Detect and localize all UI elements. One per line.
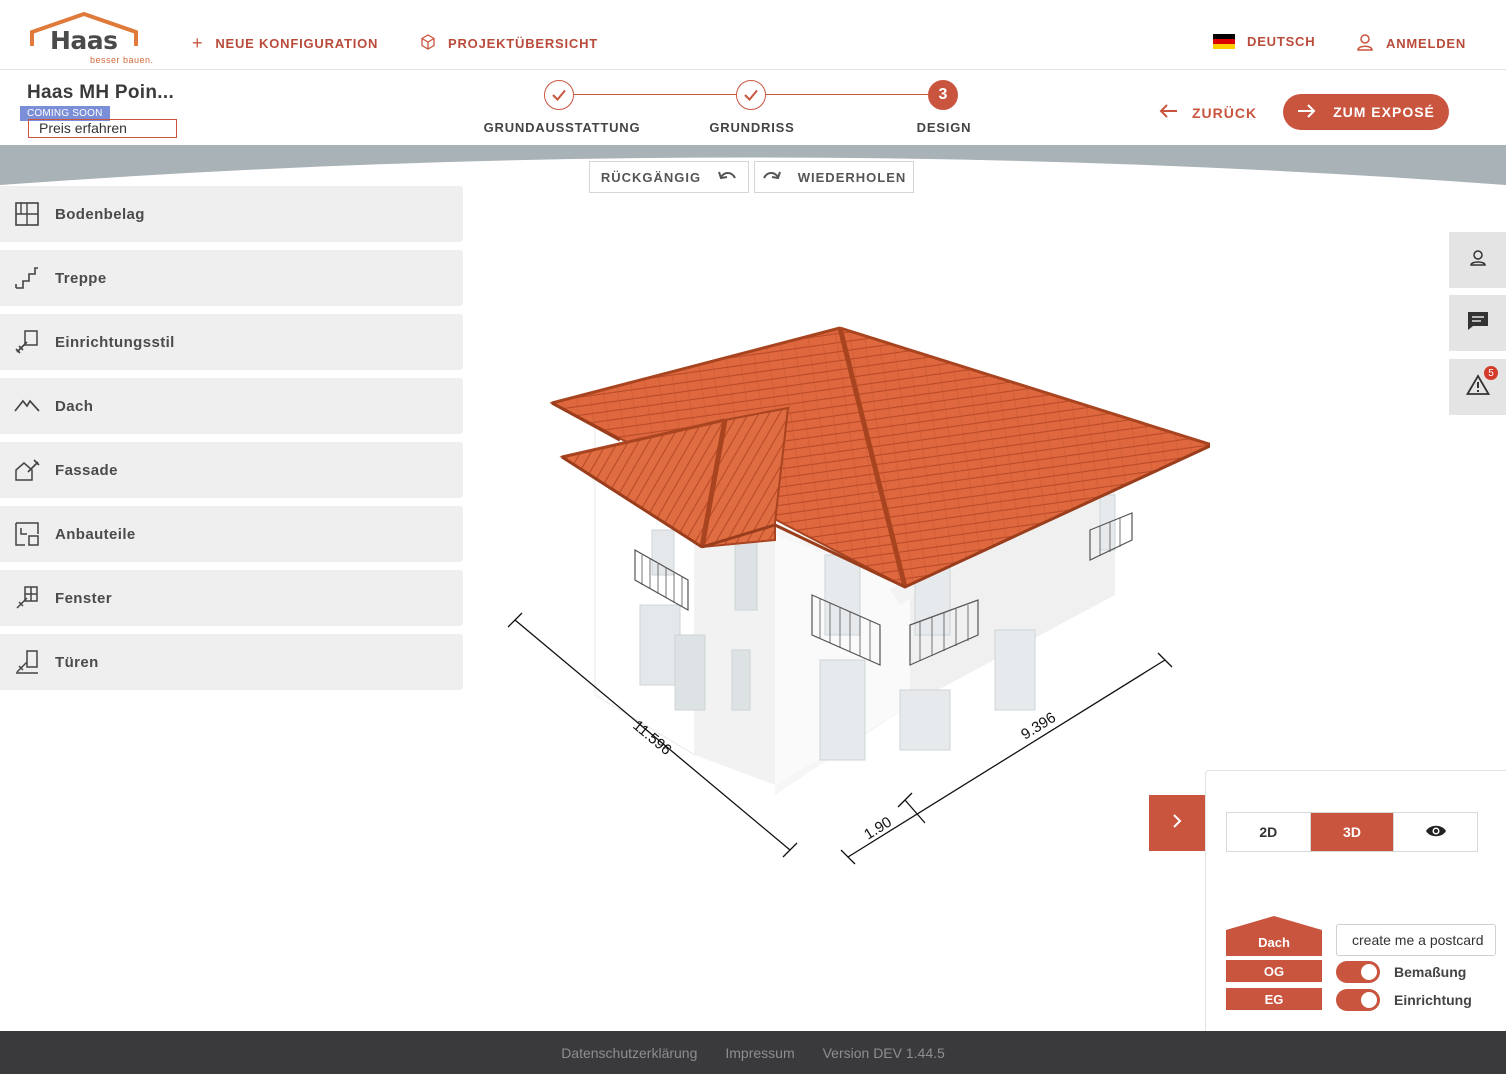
project-overview-label: PROJEKTÜBERSICHT bbox=[448, 36, 599, 51]
floor-eg-button[interactable]: EG bbox=[1226, 988, 1322, 1010]
project-overview-link[interactable]: PROJEKTÜBERSICHT bbox=[420, 34, 598, 53]
floor-dach-label: Dach bbox=[1258, 935, 1290, 950]
step-grundriss[interactable] bbox=[736, 80, 766, 110]
arrow-left-icon bbox=[1158, 103, 1178, 122]
sidebar-item-einrichtungsstil[interactable]: Einrichtungsstil bbox=[0, 314, 463, 370]
floor-dach-button[interactable]: Dach bbox=[1226, 916, 1322, 956]
project-title: Haas MH Poin... bbox=[27, 82, 175, 103]
bemassung-toggle[interactable] bbox=[1336, 961, 1380, 983]
sidebar-item-label: Einrichtungsstil bbox=[55, 333, 175, 351]
step-design[interactable]: 3 bbox=[928, 80, 958, 110]
back-button[interactable]: ZURÜCK bbox=[1158, 103, 1257, 122]
version-label: Version DEV 1.44.5 bbox=[822, 1044, 945, 1061]
facade-icon bbox=[13, 456, 41, 484]
addon-icon bbox=[13, 520, 41, 548]
sidebar-item-anbauteile[interactable]: Anbauteile bbox=[0, 506, 463, 562]
door-icon bbox=[13, 648, 41, 676]
step-label-design: DESIGN bbox=[916, 120, 972, 135]
chevron-right-icon bbox=[1171, 813, 1183, 834]
house-3d-view[interactable]: 11.596 9.396 1.90 bbox=[470, 195, 1210, 915]
step-connector bbox=[574, 94, 736, 95]
expose-label: ZUM EXPOSÉ bbox=[1333, 104, 1435, 120]
cube-icon bbox=[420, 34, 436, 53]
postcard-input[interactable]: create me a postcard bbox=[1336, 924, 1496, 956]
sidebar-item-treppe[interactable]: Treppe bbox=[0, 250, 463, 306]
new-configuration-label: NEUE KONFIGURATION bbox=[215, 35, 379, 51]
german-flag-icon bbox=[1213, 34, 1235, 49]
view-control-panel: 2D 3D Dach OG EG create me a postcard Be… bbox=[1205, 770, 1506, 1031]
redo-icon bbox=[762, 169, 782, 186]
view-3d-button[interactable]: 3D bbox=[1310, 813, 1395, 851]
back-label: ZURÜCK bbox=[1192, 104, 1258, 121]
eye-icon bbox=[1425, 824, 1447, 841]
view-2d-button[interactable]: 2D bbox=[1227, 813, 1311, 851]
sidebar-item-fenster[interactable]: Fenster bbox=[0, 570, 463, 626]
privacy-link[interactable]: Datenschutzerklärung bbox=[561, 1045, 697, 1061]
sidebar-item-label: Bodenbelag bbox=[55, 205, 145, 223]
logo-tagline: besser bauen. bbox=[90, 55, 154, 65]
language-selector[interactable]: DEUTSCH bbox=[1213, 34, 1315, 49]
step-grundausstattung[interactable] bbox=[544, 80, 574, 110]
sidebar-item-label: Treppe bbox=[55, 269, 107, 287]
arrow-right-icon bbox=[1297, 103, 1317, 122]
warning-count-badge: 5 bbox=[1484, 366, 1498, 380]
project-bar: Haas MH Poin... COMING SOON Preis erfahr… bbox=[0, 71, 1506, 145]
redo-label: WIEDERHOLEN bbox=[797, 169, 907, 185]
einrichtung-label: Einrichtung bbox=[1394, 992, 1472, 1008]
toggle-knob bbox=[1361, 992, 1377, 1008]
walkthrough-button[interactable] bbox=[1394, 813, 1477, 851]
floor-og-button[interactable]: OG bbox=[1226, 960, 1322, 982]
top-header: Haas besser bauen. + NEUE KONFIGURATION … bbox=[0, 0, 1506, 70]
step-label-grundriss: GRUNDRISS bbox=[709, 120, 795, 135]
chat-button[interactable] bbox=[1449, 295, 1506, 351]
stairs-icon bbox=[13, 264, 41, 292]
contact-person-icon bbox=[1468, 248, 1488, 273]
redo-button[interactable]: WIEDERHOLEN bbox=[754, 161, 914, 193]
sidebar-item-bodenbelag[interactable]: Bodenbelag bbox=[0, 186, 463, 242]
sidebar-item-label: Fassade bbox=[55, 461, 118, 479]
new-configuration-link[interactable]: + NEUE KONFIGURATION bbox=[192, 34, 378, 52]
sidebar-item-label: Dach bbox=[55, 397, 94, 415]
roof-icon bbox=[13, 392, 41, 420]
expose-button[interactable]: ZUM EXPOSÉ bbox=[1283, 94, 1449, 130]
login-label: ANMELDEN bbox=[1386, 36, 1467, 51]
undo-icon bbox=[717, 169, 737, 186]
sidebar-item-label: Anbauteile bbox=[55, 525, 136, 543]
panel-collapse-button[interactable] bbox=[1149, 795, 1205, 851]
warnings-button[interactable]: 5 bbox=[1449, 359, 1506, 415]
imprint-link[interactable]: Impressum bbox=[725, 1045, 794, 1061]
sidebar-item-dach[interactable]: Dach bbox=[0, 378, 463, 434]
logo-wordmark: Haas bbox=[50, 26, 118, 55]
sidebar-item-label: Fenster bbox=[55, 589, 112, 607]
undo-button[interactable]: RÜCKGÄNGIG bbox=[589, 161, 749, 193]
toggle-row-einrichtung: Einrichtung bbox=[1336, 989, 1472, 1011]
toggle-knob bbox=[1361, 964, 1377, 980]
user-icon bbox=[1356, 33, 1374, 54]
window-icon bbox=[13, 584, 41, 612]
chat-icon bbox=[1467, 311, 1489, 336]
haas-logo[interactable]: Haas besser bauen. bbox=[28, 12, 158, 68]
check-icon bbox=[552, 89, 566, 101]
check-icon bbox=[744, 89, 758, 101]
view-mode-selector: 2D 3D bbox=[1226, 812, 1478, 852]
einrichtung-toggle[interactable] bbox=[1336, 989, 1380, 1011]
history-toolbar: RÜCKGÄNGIG WIEDERHOLEN bbox=[589, 161, 914, 193]
plus-icon: + bbox=[192, 33, 204, 53]
toggle-row-bemassung: Bemaßung bbox=[1336, 961, 1466, 983]
sidebar-item-tueren[interactable]: Türen bbox=[0, 634, 463, 690]
contact-button[interactable] bbox=[1449, 232, 1506, 288]
sidebar-item-fassade[interactable]: Fassade bbox=[0, 442, 463, 498]
step-label-grundausstattung: GRUNDAUSSTATTUNG bbox=[483, 120, 641, 135]
sidebar-item-label: Türen bbox=[55, 653, 99, 671]
page-footer: Datenschutzerklärung Impressum Version D… bbox=[0, 1031, 1506, 1074]
undo-label: RÜCKGÄNGIG bbox=[600, 169, 702, 185]
brush-icon bbox=[13, 328, 41, 356]
language-label: DEUTSCH bbox=[1247, 34, 1316, 49]
bemassung-label: Bemaßung bbox=[1394, 964, 1467, 980]
step-connector bbox=[766, 94, 928, 95]
floor-icon bbox=[13, 200, 41, 228]
login-link[interactable]: ANMELDEN bbox=[1356, 33, 1466, 54]
price-request-button[interactable]: Preis erfahren bbox=[28, 119, 177, 138]
